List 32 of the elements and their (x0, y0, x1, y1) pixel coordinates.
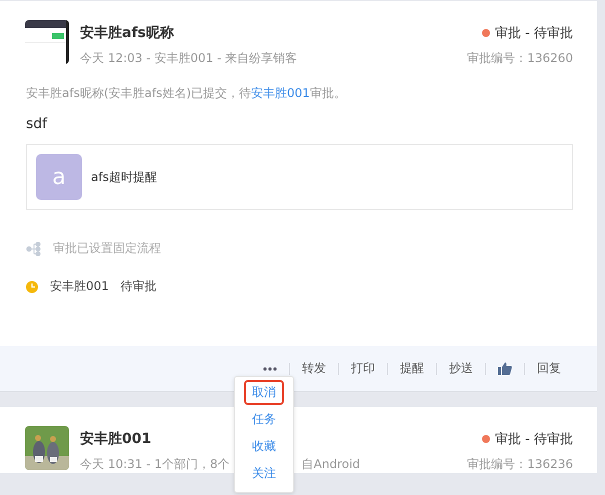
action-button[interactable]: 打印 (339, 360, 387, 377)
card-title: 安丰胜001 (80, 430, 152, 448)
attachment-card[interactable]: a afs超时提醒 (26, 144, 573, 210)
status-dot (482, 29, 490, 37)
menu-item[interactable]: 关注 (244, 461, 284, 486)
avatar: a (36, 154, 82, 200)
clock-icon (26, 280, 38, 292)
flow-icon (26, 242, 41, 256)
more-icon (263, 366, 277, 370)
attachment-name: afs超时提醒 (91, 168, 157, 186)
action-button[interactable]: 转发 (290, 360, 338, 377)
action-button[interactable]: 回复 (525, 360, 573, 377)
user-link[interactable]: 安丰胜001 (251, 86, 310, 100)
approver-text: 安丰胜001 待审批 (50, 278, 156, 295)
meta-text: 今天 12:03 - 安丰胜001 - 来自纷享销客 (80, 50, 298, 67)
flow-note: 审批已设置固定流程 (53, 240, 161, 257)
menu-item[interactable]: 任务 (244, 407, 284, 432)
description: 安丰胜afs昵称(安丰胜afs姓名)已提交，待安丰胜001审批。 (26, 85, 347, 102)
menu-item[interactable]: 取消 (244, 380, 284, 405)
status-dot (482, 435, 490, 443)
menu-item[interactable]: 收藏 (244, 434, 284, 459)
card-title: 安丰胜afs昵称 (80, 24, 174, 42)
content-text: sdf (26, 116, 48, 132)
thumbs-up-icon (498, 362, 512, 375)
approval-number: 审批编号：136236 (467, 456, 573, 473)
action-button[interactable]: 抄送 (437, 360, 485, 377)
status-text: 审批 - 待审批 (495, 25, 573, 42)
meta-text: 自Android (302, 456, 360, 473)
approval-number: 审批编号：136260 (467, 50, 573, 67)
meta-text: 今天 10:31 - 1个部门，8个 (80, 456, 230, 473)
status-text: 审批 - 待审批 (495, 431, 573, 448)
action-button[interactable]: 提醒 (388, 360, 436, 377)
